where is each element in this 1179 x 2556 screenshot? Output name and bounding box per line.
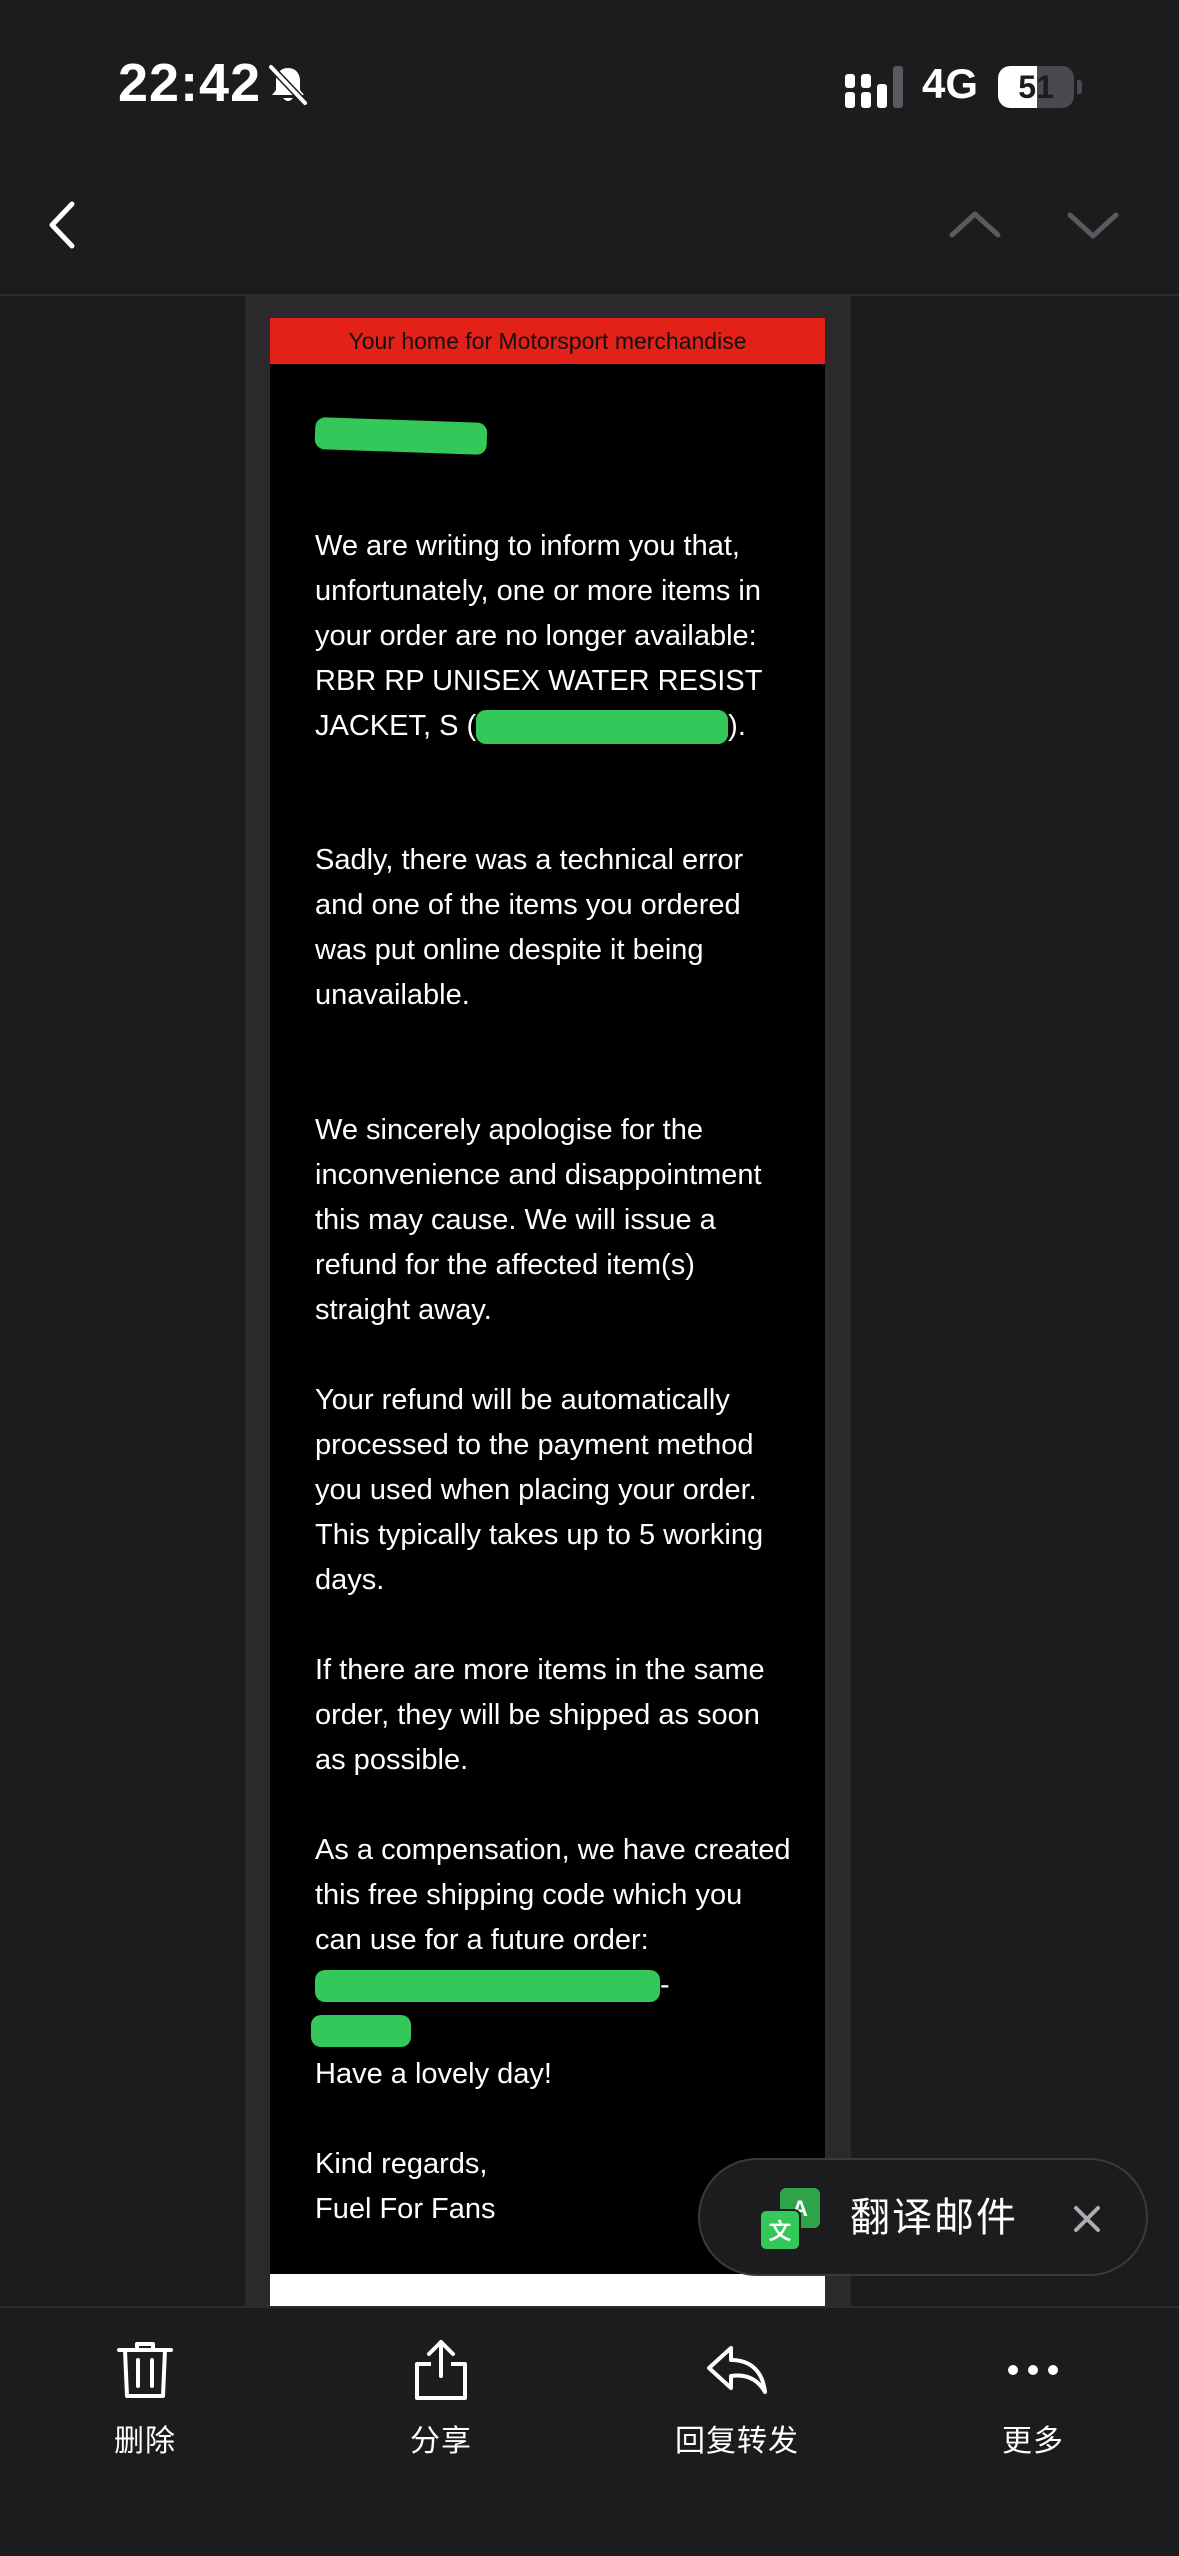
redacted-order-number bbox=[476, 710, 729, 745]
close-translate-button[interactable] bbox=[1062, 2194, 1112, 2244]
paragraph-6-suffix: - bbox=[660, 1969, 670, 2001]
paragraph-1-open: ( bbox=[466, 710, 477, 742]
more-dots-icon bbox=[1008, 2365, 1058, 2375]
translate-icon: A 文 bbox=[759, 2188, 820, 2251]
paragraph-6-text: As a compensation, we have created this … bbox=[315, 1834, 791, 1956]
share-button[interactable]: 分享 bbox=[341, 2338, 541, 2478]
svg-text:文: 文 bbox=[769, 2219, 792, 2245]
mail-screen: 22:42 4G 51 Your home for Motorsport mer… bbox=[0, 0, 1179, 2556]
chevron-left-icon bbox=[49, 201, 75, 249]
email-content[interactable]: Your home for Motorsport merchandise We … bbox=[0, 296, 1179, 2306]
trash-icon bbox=[117, 2342, 173, 2398]
nav-bar bbox=[0, 150, 1179, 296]
status-time: 22:42 bbox=[118, 53, 262, 113]
bottom-toolbar: 删除 分享 回复转发 更多 bbox=[0, 2306, 1179, 2556]
email-paragraph-4: Your refund will be automatically proces… bbox=[315, 1384, 764, 1596]
chevron-down-icon bbox=[1067, 212, 1119, 239]
email-body: Your home for Motorsport merchandise We … bbox=[270, 318, 825, 2306]
cellular-signal-icon bbox=[845, 66, 903, 108]
battery-icon: 51 bbox=[998, 66, 1074, 108]
network-type: 4G bbox=[922, 60, 979, 107]
email-paragraph-1: We are writing to inform you that, unfor… bbox=[315, 524, 795, 749]
delete-button[interactable]: 删除 bbox=[45, 2338, 245, 2478]
reply-forward-label: 回复转发 bbox=[675, 2425, 799, 2458]
more-label: 更多 bbox=[1002, 2425, 1064, 2458]
email-banner: Your home for Motorsport merchandise bbox=[270, 318, 825, 364]
chevron-up-icon bbox=[949, 211, 1001, 238]
reply-forward-button[interactable]: 回复转发 bbox=[637, 2338, 837, 2478]
reply-icon bbox=[707, 2346, 767, 2394]
email-paragraph-5: If there are more items in the same orde… bbox=[315, 1654, 765, 1776]
email-paragraph-6: As a compensation, we have created this … bbox=[311, 1828, 795, 2053]
share-icon bbox=[415, 2340, 467, 2400]
delete-label: 删除 bbox=[114, 2425, 176, 2458]
redacted-greeting bbox=[314, 417, 488, 455]
share-label: 分享 bbox=[410, 2425, 472, 2458]
status-bar: 22:42 4G 51 bbox=[0, 0, 1179, 150]
close-icon bbox=[1074, 2206, 1100, 2232]
battery-percent: 51 bbox=[1018, 69, 1054, 105]
translate-email-popup[interactable]: A 文 翻译邮件 bbox=[698, 2158, 1148, 2276]
redacted-shipping-code bbox=[315, 1970, 660, 2003]
previous-email-button[interactable] bbox=[940, 190, 1010, 260]
translate-email-label[interactable]: 翻译邮件 bbox=[850, 2192, 1018, 2244]
more-button[interactable]: 更多 bbox=[933, 2338, 1133, 2478]
bell-muted-icon bbox=[268, 64, 308, 106]
paragraph-1-close: ). bbox=[728, 710, 746, 742]
email-closing-greeting: Have a lovely day! bbox=[315, 2058, 552, 2090]
email-paragraph-3: We sincerely apologise for the inconveni… bbox=[315, 1114, 762, 1326]
back-button[interactable] bbox=[30, 190, 100, 260]
redacted-shipping-code-end bbox=[311, 2015, 411, 2048]
battery-cap bbox=[1077, 80, 1082, 94]
email-paragraph-2: Sadly, there was a technical error and o… bbox=[315, 844, 744, 1011]
next-email-button[interactable] bbox=[1058, 190, 1128, 260]
email-footer-area bbox=[270, 2274, 825, 2306]
